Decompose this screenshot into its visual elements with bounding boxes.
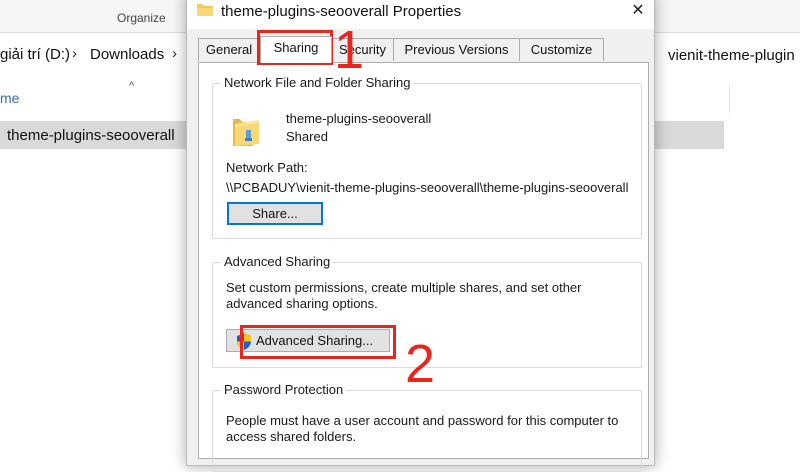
share-status: Shared [286,129,328,144]
sort-ascending-icon: ^ [129,80,135,92]
breadcrumb-downloads[interactable]: Downloads [90,46,164,63]
breadcrumb-chevron-icon[interactable]: › [72,45,77,62]
tab-general[interactable]: General [198,38,260,61]
close-button[interactable]: ✕ [627,1,649,23]
breadcrumb-chevron-icon[interactable]: › [172,45,177,62]
dialog-title: theme-plugins-seooverall Properties [221,3,462,20]
password-protection-description: People must have a user account and pass… [226,413,619,444]
step2-highlight [240,325,396,359]
tab-strip: General Sharing Security Previous Versio… [198,36,648,63]
properties-dialog: theme-plugins-seooverall Properties ✕ Ge… [186,0,655,472]
breadcrumb-folder[interactable]: vienit-theme-plugin [668,47,795,64]
sharing-tab-panel: Network File and Folder Sharing theme-pl… [198,62,649,472]
network-sharing-group: Network File and Folder Sharing theme-pl… [212,75,642,239]
share-folder-name: theme-plugins-seooverall [286,111,432,126]
shared-folder-icon [233,119,259,146]
folder-icon [197,4,213,16]
advanced-sharing-title: Advanced Sharing [221,254,334,269]
tab-sharing[interactable]: Sharing [260,36,332,63]
share-button[interactable]: Share... [227,202,323,225]
network-path-value: \\PCBADUY\vienit-theme-plugins-seooveral… [226,180,628,195]
step2-number: 2 [405,334,436,394]
password-protection-title: Password Protection [221,382,347,397]
password-protection-group: Password Protection People must have a u… [212,382,642,472]
close-icon: ✕ [631,2,645,19]
advanced-sharing-description: Set custom permissions, create multiple … [226,280,582,311]
name-column-header[interactable]: me [0,90,19,106]
network-sharing-title: Network File and Folder Sharing [221,75,414,90]
tab-previous-versions[interactable]: Previous Versions [393,38,520,61]
network-path-label: Network Path: [226,160,308,175]
step1-number: 1 [334,20,365,80]
organize-group-label: Organize [117,11,166,25]
file-name: theme-plugins-seooverall [7,127,175,144]
tab-customize[interactable]: Customize [519,38,604,61]
title-bar[interactable]: theme-plugins-seooverall Properties ✕ [187,0,654,29]
column-divider [729,85,730,113]
breadcrumb-drive[interactable]: giải trí (D:) [0,46,70,63]
